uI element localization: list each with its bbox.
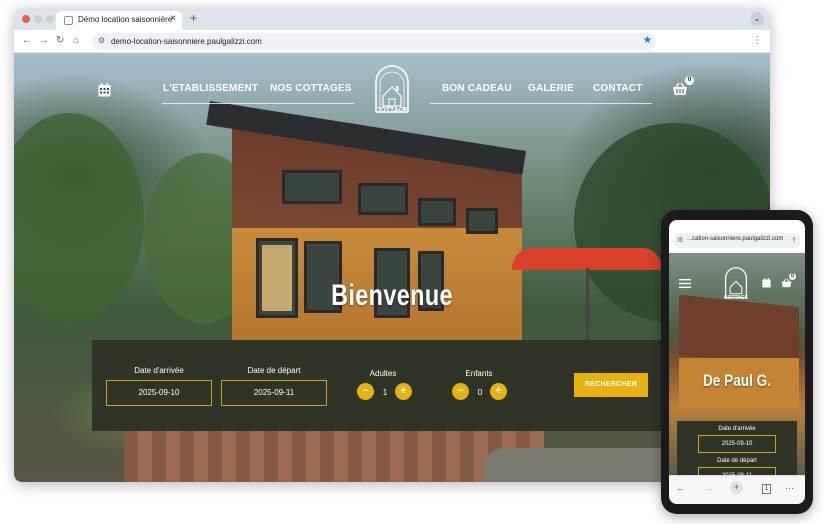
children-count: 0 [477,388,483,397]
nav-link-bon-cadeau[interactable]: BON CADEAU [442,83,512,94]
mobile-forward-icon[interactable]: → [704,483,713,493]
logo-text: COTTAGE [375,107,409,114]
adults-count: 1 [382,388,388,397]
forward-icon[interactable]: → [39,35,49,46]
site-navigation: L'ETABLISSEMENT NOS COTTAGES COTTAGE BON… [14,53,770,123]
mobile-more-icon[interactable]: ⋯ [785,483,794,494]
hero-title: Bienvenue [331,279,453,312]
stone-wall [484,448,674,482]
mobile-departure-field[interactable]: 2025-09-11 [698,467,776,475]
departure-date-label: Date de départ [247,366,301,375]
new-tab-button[interactable]: + [190,11,197,25]
mobile-back-icon[interactable]: ← [676,483,685,493]
children-decrement-button[interactable]: − [452,383,469,400]
mobile-browser-toolbar: ← → + 1 ⋯ [669,475,805,504]
tab-title: Démo location saisonnière [78,15,173,24]
desktop-browser-window: Démo location saisonnière × + ⌄ ← → ↻ ⌂ … [14,8,770,482]
mobile-arrival-field[interactable]: 2025-09-10 [698,435,776,453]
search-button[interactable]: RECHERCHER [574,373,648,397]
mobile-logo-text: COTTAGE [723,295,749,301]
site-info-icon[interactable]: ⚙ [98,36,105,45]
adults-label: Adultes [369,369,397,378]
arrival-date-field[interactable]: 2025-09-10 [106,380,212,406]
mobile-website-hero: COTTAGE 0 De Paul G. Date d'arrivée 2025… [669,253,805,475]
nav-link-galerie[interactable]: GALERIE [528,83,574,94]
adults-decrement-button[interactable]: − [357,383,374,400]
close-window-dot[interactable] [22,15,30,23]
children-increment-button[interactable]: + [490,383,507,400]
mobile-site-info-icon[interactable]: ⚙ [677,236,683,244]
cart-count-badge: 0 [685,76,694,85]
mobile-departure-label: Date de départ [717,458,757,464]
tab-bar: Démo location saisonnière × + ⌄ [14,8,770,30]
browser-tab[interactable]: Démo location saisonnière × [56,11,182,30]
mobile-phone: ⚙ ...cation-saisonniere.paulgalizzi.com … [661,210,813,514]
minimize-window-dot[interactable] [34,15,42,23]
arrival-date-label: Date d'arrivée [134,366,184,375]
mobile-new-tab-icon[interactable]: + [730,481,743,494]
favicon-icon [64,16,73,25]
basket-icon[interactable] [672,82,688,96]
nav-divider-left [162,103,354,104]
calendar-icon[interactable] [98,83,111,97]
red-umbrella [512,248,662,270]
adults-increment-button[interactable]: + [395,383,412,400]
maximize-window-dot[interactable] [46,15,54,23]
mobile-calendar-icon[interactable] [762,278,771,288]
screenshot-canvas: Démo location saisonnière × + ⌄ ← → ↻ ⌂ … [0,0,826,524]
mobile-arrival-label: Date d'arrivée [718,426,756,432]
mobile-cart-count-badge: 0 [789,273,796,280]
url-text: demo-location-saisonniere.paulgalizzi.co… [111,37,262,46]
nav-link-cottages[interactable]: NOS COTTAGES [270,83,352,94]
nav-link-contact[interactable]: CONTACT [593,83,643,94]
cottage-window [466,208,498,234]
departure-date-field[interactable]: 2025-09-11 [221,380,327,406]
booking-form: Date d'arrivée 2025-09-10 Date de départ… [92,340,672,431]
mobile-url-text: ...cation-saisonniere.paulgalizzi.com [687,236,784,242]
mobile-screen: ⚙ ...cation-saisonniere.paulgalizzi.com … [669,220,805,504]
mobile-tabs-icon[interactable]: 1 [762,484,771,494]
address-bar: ← → ↻ ⌂ ⚙ demo-location-saisonniere.paul… [14,30,770,53]
mobile-booking-form: Date d'arrivée 2025-09-10 Date de départ… [677,421,797,475]
tab-search-icon[interactable]: ⌄ [750,12,764,26]
url-field[interactable]: ⚙ demo-location-saisonniere.paulgalizzi.… [92,33,656,50]
nav-divider-right [430,103,652,104]
brick-patio [124,425,544,482]
bookmark-star-icon[interactable]: ★ [643,35,652,46]
tab-close-icon[interactable]: × [170,13,176,24]
reload-icon[interactable]: ↻ [56,35,64,46]
mobile-hero-title: De Paul G. [702,371,772,390]
children-label: Enfants [465,369,493,378]
cottage-window [358,183,408,215]
nav-link-etablissement[interactable]: L'ETABLISSEMENT [163,83,258,94]
hamburger-menu-icon[interactable] [679,279,691,288]
mobile-url-field[interactable]: ⚙ ...cation-saisonniere.paulgalizzi.com … [673,233,801,248]
home-icon[interactable]: ⌂ [73,35,79,46]
browser-menu-icon[interactable]: ⋮ [752,35,762,46]
mobile-cottage-siding [679,294,799,368]
cottage-window [282,170,342,204]
cottage-window [418,198,456,226]
mobile-share-icon[interactable]: ⇪ [791,236,797,244]
website-hero: L'ETABLISSEMENT NOS COTTAGES COTTAGE BON… [14,53,770,482]
back-icon[interactable]: ← [22,35,32,46]
